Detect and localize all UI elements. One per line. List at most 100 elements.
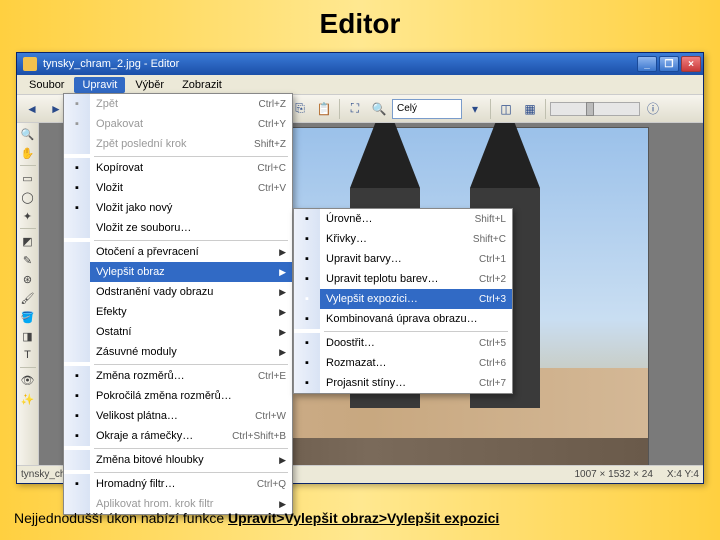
menu-item[interactable]: Efekty▶ bbox=[64, 302, 292, 322]
menu-item[interactable]: ▪Projasnit stíny…Ctrl+7 bbox=[294, 373, 512, 393]
menu-item[interactable]: Ostatní▶ bbox=[64, 322, 292, 342]
menubar: Soubor Upravit Výběr Zobrazit bbox=[17, 75, 703, 95]
dropdown-icon[interactable]: ▾ bbox=[464, 98, 486, 120]
submenu-arrow-icon: ▶ bbox=[273, 499, 286, 510]
toolbar-sep bbox=[339, 99, 340, 119]
menu-item[interactable]: ▪Pokročilá změna rozměrů… bbox=[64, 386, 292, 406]
menu-shortcut: Ctrl+W bbox=[249, 411, 286, 422]
slide-title: Editor bbox=[0, 0, 720, 44]
wand-icon[interactable]: ✦ bbox=[19, 207, 37, 225]
menu-item-label: Efekty bbox=[90, 306, 273, 318]
menu-shortcut: Ctrl+V bbox=[252, 183, 286, 194]
menu-shortcut: Ctrl+Q bbox=[251, 479, 286, 490]
status-position: X:4 Y:4 bbox=[667, 469, 699, 480]
maximize-button[interactable]: ❐ bbox=[659, 56, 679, 72]
zoom1-icon[interactable]: 🔍 bbox=[368, 98, 390, 120]
submenu-arrow-icon: ▶ bbox=[273, 287, 286, 298]
menu-shortcut: Ctrl+2 bbox=[473, 274, 506, 285]
menu-item-label: Vylepšit obraz bbox=[90, 266, 273, 278]
menu-item[interactable]: ▪Úrovně…Shift+L bbox=[294, 209, 512, 229]
menu-item[interactable]: Vložit ze souboru… bbox=[64, 218, 292, 238]
menu-item[interactable]: ▪VložitCtrl+V bbox=[64, 178, 292, 198]
menu-item[interactable]: ▪Vložit jako nový bbox=[64, 198, 292, 218]
menu-item[interactable]: Otočení a převracení▶ bbox=[64, 242, 292, 262]
menu-item[interactable]: ▪Doostřit…Ctrl+5 bbox=[294, 333, 512, 353]
app-icon bbox=[23, 57, 37, 71]
menu-item-label: Projasnit stíny… bbox=[320, 377, 473, 389]
split-icon[interactable]: ◫ bbox=[495, 98, 517, 120]
menu-item[interactable]: ▪Změna rozměrů…Ctrl+E bbox=[64, 366, 292, 386]
sharpen-icon: ▪ bbox=[294, 333, 320, 353]
palette-sep bbox=[20, 165, 36, 166]
envelope-icon: ▪ bbox=[294, 373, 320, 393]
prev-icon[interactable]: ◄ bbox=[21, 98, 43, 120]
menu-item-label: Ostatní bbox=[90, 326, 273, 338]
paste-icon[interactable]: 📋 bbox=[313, 98, 335, 120]
menu-shortcut: Ctrl+Shift+B bbox=[226, 431, 286, 442]
rect-select-icon[interactable]: ▭ bbox=[19, 169, 37, 187]
zoom-tool-icon[interactable]: 🔍 bbox=[19, 125, 37, 143]
lasso-icon[interactable]: ◯ bbox=[19, 188, 37, 206]
menu-item-label: Změna bitové hloubky bbox=[90, 454, 273, 466]
menu-item[interactable]: Vylepšit obraz▶ bbox=[64, 262, 292, 282]
menu-item-label: Křivky… bbox=[320, 233, 467, 245]
menu-item-label: Vložit bbox=[90, 182, 252, 194]
menu-shortcut: Shift+L bbox=[469, 214, 506, 225]
menu-item-label: Velikost plátna… bbox=[90, 410, 249, 422]
redeye-icon[interactable]: 👁 bbox=[19, 371, 37, 389]
menu-item[interactable]: ▪Kombinovaná úprava obrazu… bbox=[294, 309, 512, 329]
menu-file[interactable]: Soubor bbox=[21, 77, 72, 93]
effect-icon[interactable]: ✨ bbox=[19, 390, 37, 408]
menu-item-label: Vylepšit expozici… bbox=[320, 293, 473, 305]
blank-icon bbox=[64, 242, 90, 262]
batch-icon: ▪ bbox=[64, 474, 90, 494]
text-icon[interactable]: T bbox=[19, 346, 37, 364]
minimize-button[interactable]: _ bbox=[637, 56, 657, 72]
menu-edit[interactable]: Upravit bbox=[74, 77, 125, 93]
opacity-slider[interactable] bbox=[550, 102, 640, 116]
tool-palette: 🔍 ✋ ▭ ◯ ✦ ◩ ✎ ⊛ 🖌 🪣 ◨ T 👁 ✨ bbox=[17, 123, 39, 465]
menu-item-label: Kopírovat bbox=[90, 162, 251, 174]
menu-item-label: Doostřit… bbox=[320, 337, 473, 349]
menu-item[interactable]: ▪Okraje a rámečky…Ctrl+Shift+B bbox=[64, 426, 292, 446]
menu-item-label: Aplikovat hrom. krok filtr bbox=[90, 498, 273, 510]
menu-item[interactable]: ▪Křivky…Shift+C bbox=[294, 229, 512, 249]
menu-item[interactable]: ▪Rozmazat…Ctrl+6 bbox=[294, 353, 512, 373]
grid-icon[interactable]: ▦ bbox=[519, 98, 541, 120]
erase-icon[interactable]: ◨ bbox=[19, 327, 37, 345]
menu-separator bbox=[64, 154, 292, 158]
stamp-icon[interactable]: ⊛ bbox=[19, 270, 37, 288]
hand-tool-icon[interactable]: ✋ bbox=[19, 144, 37, 162]
menu-item[interactable]: ▪Upravit barvy…Ctrl+1 bbox=[294, 249, 512, 269]
menu-item-label: Vložit ze souboru… bbox=[90, 222, 286, 234]
menu-select[interactable]: Výběr bbox=[127, 77, 172, 93]
menu-shortcut: Ctrl+3 bbox=[473, 294, 506, 305]
menu-item[interactable]: ▪Hromadný filtr…Ctrl+Q bbox=[64, 474, 292, 494]
menu-item[interactable]: ▪Vylepšit expozici…Ctrl+3 bbox=[294, 289, 512, 309]
close-button[interactable]: × bbox=[681, 56, 701, 72]
menu-item[interactable]: Změna bitové hloubky▶ bbox=[64, 450, 292, 470]
menu-item[interactable]: ▪KopírovatCtrl+C bbox=[64, 158, 292, 178]
menu-item[interactable]: ▪Upravit teplotu barev…Ctrl+2 bbox=[294, 269, 512, 289]
crop-icon[interactable]: ◩ bbox=[19, 232, 37, 250]
menu-view[interactable]: Zobrazit bbox=[174, 77, 230, 93]
menu-shortcut: Shift+C bbox=[467, 234, 506, 245]
blur-icon: ▪ bbox=[294, 353, 320, 373]
fill-icon[interactable]: 🪣 bbox=[19, 308, 37, 326]
photo-spire bbox=[470, 123, 540, 188]
menu-shortcut: Ctrl+5 bbox=[473, 338, 506, 349]
blank-icon bbox=[64, 342, 90, 362]
info-icon[interactable]: ⓘ bbox=[642, 98, 664, 120]
menu-item-label: Okraje a rámečky… bbox=[90, 430, 226, 442]
blank-icon bbox=[64, 322, 90, 342]
zoom-combo[interactable]: Celý bbox=[392, 99, 462, 119]
blank-icon bbox=[64, 450, 90, 470]
menu-item[interactable]: Zásuvné moduly▶ bbox=[64, 342, 292, 362]
menu-item[interactable]: ▪Velikost plátna…Ctrl+W bbox=[64, 406, 292, 426]
eyedrop-icon[interactable]: ✎ bbox=[19, 251, 37, 269]
menu-item[interactable]: Odstranění vady obrazu▶ bbox=[64, 282, 292, 302]
edit-menu-dropdown: ▪ZpětCtrl+Z▪OpakovatCtrl+YZpět poslední … bbox=[63, 93, 293, 515]
brush-icon[interactable]: 🖌 bbox=[19, 289, 37, 307]
menu-item-label: Změna rozměrů… bbox=[90, 370, 252, 382]
fit-icon[interactable]: ⛶ bbox=[344, 98, 366, 120]
